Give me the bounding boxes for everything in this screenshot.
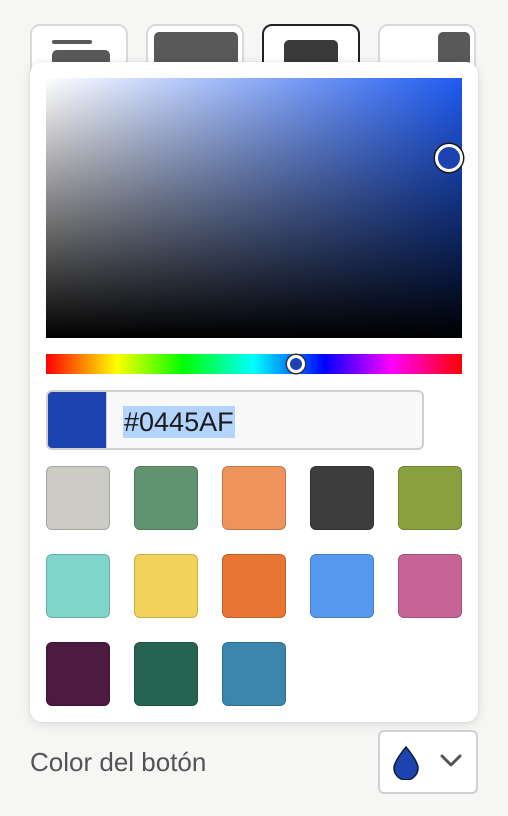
button-color-dropdown[interactable] [378, 730, 478, 794]
hue-slider-thumb[interactable] [287, 355, 305, 373]
style-preview-line [52, 40, 92, 44]
color-swatch-light-gray[interactable] [46, 466, 110, 530]
color-swatch-green[interactable] [134, 466, 198, 530]
color-swatch-light-orange[interactable] [222, 466, 286, 530]
saturation-value-area[interactable] [46, 78, 463, 338]
selected-color-preview [48, 392, 106, 448]
color-swatch-orange[interactable] [222, 554, 286, 618]
button-color-label: Color del botón [30, 747, 207, 777]
hue-slider[interactable] [46, 354, 462, 374]
color-swatch-steel-blue[interactable] [222, 642, 286, 706]
water-drop-icon [393, 746, 419, 780]
chevron-down-icon [440, 754, 462, 767]
hex-field: #0445AF [46, 390, 424, 450]
color-swatch-dark-gray[interactable] [310, 466, 374, 530]
color-swatch-blue[interactable] [310, 554, 374, 618]
color-picker-popover: #0445AF [30, 62, 478, 722]
color-swatch-teal[interactable] [46, 554, 110, 618]
color-swatch-pink[interactable] [398, 554, 462, 618]
color-swatch-plum[interactable] [46, 642, 110, 706]
hex-input[interactable]: #0445AF [106, 392, 422, 448]
color-swatch-dark-green[interactable] [134, 642, 198, 706]
color-swatch-yellow[interactable] [134, 554, 198, 618]
color-cursor[interactable] [435, 144, 463, 172]
color-swatch-olive[interactable] [398, 466, 462, 530]
hex-value: #0445AF [123, 406, 235, 438]
